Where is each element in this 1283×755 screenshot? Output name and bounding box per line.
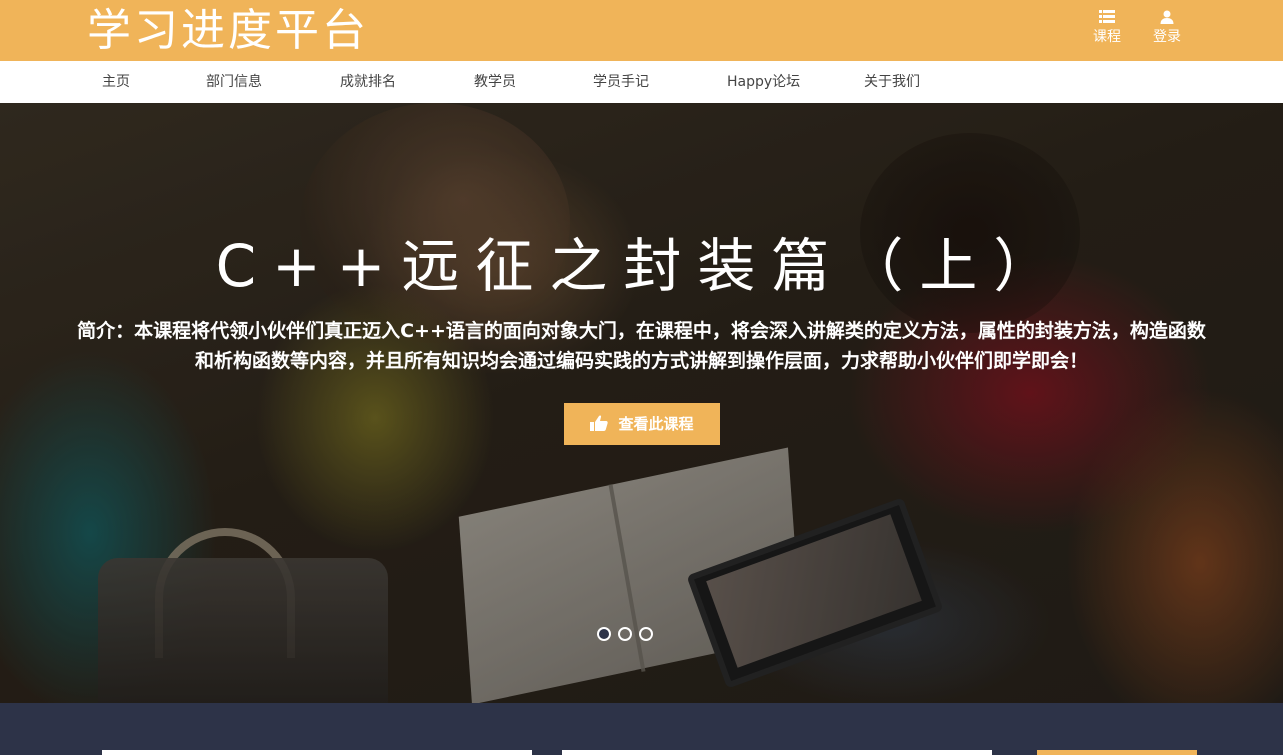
nav-item-notes[interactable]: 学员手记 — [593, 61, 649, 103]
nav-item-about[interactable]: 关于我们 — [864, 61, 920, 103]
hero-carousel[interactable]: C++远征之封装篇（上） 简介：本课程将代领小伙伴们真正迈入C++语言的面向对象… — [0, 103, 1283, 703]
nav-item-department[interactable]: 部门信息 — [206, 61, 262, 103]
login-button[interactable]: 登录 — [1142, 10, 1192, 54]
course-button-label: 课程 — [1093, 29, 1121, 45]
top-header: 学习进度平台 课程 登录 — [0, 0, 1283, 61]
nav-item-teachers[interactable]: 教学员 — [474, 61, 516, 103]
hero-title: C++远征之封装篇（上） — [215, 232, 1068, 300]
view-course-button-label: 查看此课程 — [618, 415, 694, 433]
main-nav: 主页 部门信息 成就排名 教学员 学员手记 Happy论坛 关于我们 — [0, 61, 1283, 103]
content-section — [0, 703, 1283, 755]
content-card[interactable] — [562, 750, 992, 755]
content-card[interactable] — [102, 750, 532, 755]
nav-item-ranking[interactable]: 成就排名 — [340, 61, 396, 103]
course-button[interactable]: 课程 — [1082, 10, 1132, 54]
content-card[interactable] — [1037, 750, 1197, 755]
list-icon — [1099, 10, 1115, 23]
user-icon — [1160, 10, 1174, 24]
carousel-dot-1[interactable] — [597, 627, 611, 641]
nav-item-forum[interactable]: Happy论坛 — [727, 61, 800, 103]
thumbs-up-icon — [590, 415, 609, 431]
hero-description: 简介：本课程将代领小伙伴们真正迈入C++语言的面向对象大门，在课程中，将会深入讲… — [77, 320, 1206, 372]
nav-item-home[interactable]: 主页 — [102, 61, 130, 103]
site-brand[interactable]: 学习进度平台 — [87, 4, 369, 58]
carousel-dot-2[interactable] — [618, 627, 632, 641]
login-button-label: 登录 — [1153, 29, 1181, 45]
view-course-button[interactable]: 查看此课程 — [564, 403, 720, 445]
carousel-dot-3[interactable] — [639, 627, 653, 641]
